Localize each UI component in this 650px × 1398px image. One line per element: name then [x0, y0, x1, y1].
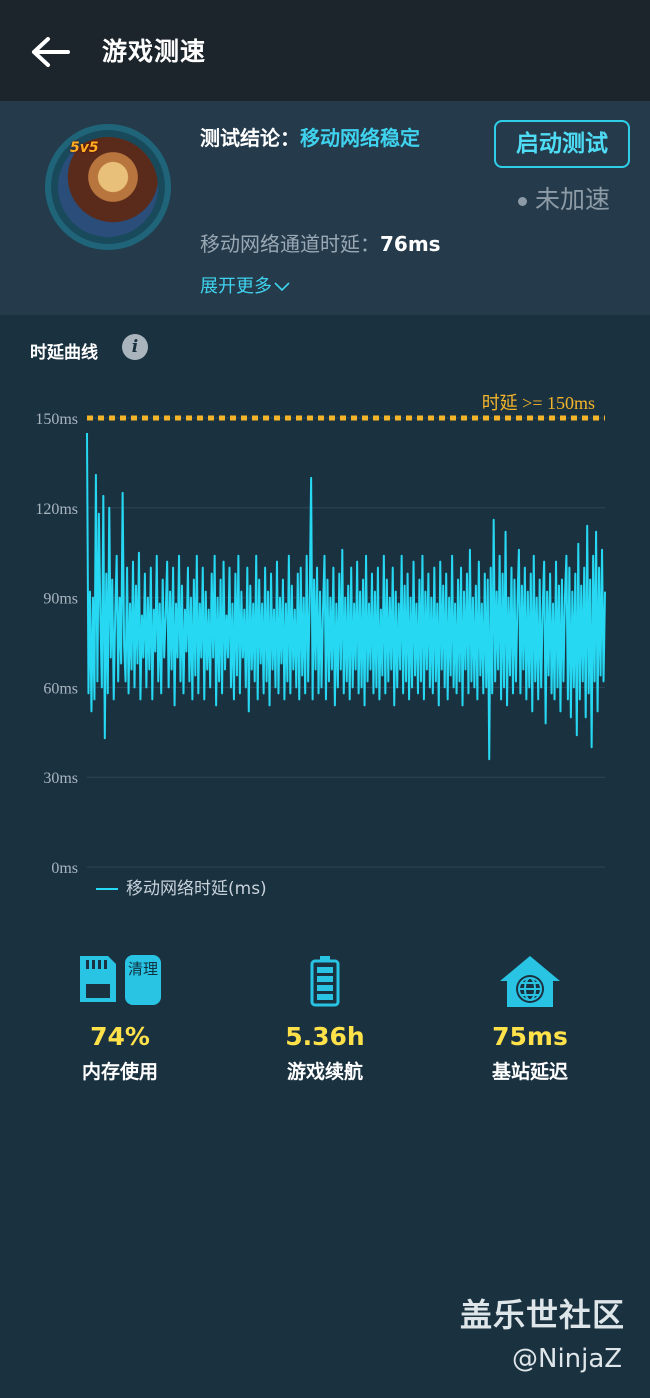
top-bar — [0, 0, 650, 101]
conclusion-value: 移动网络稳定 — [300, 126, 420, 150]
memory-stat: 74% 内存使用 — [20, 1022, 220, 1084]
conclusion-label: 测试结论： — [200, 126, 300, 150]
watermark-community: 盖乐世社区 — [460, 1296, 626, 1334]
y-tick-label: 120ms — [35, 501, 78, 518]
avatar-badge: 5v5 — [70, 140, 99, 156]
base-station-latency-label: 基站延迟 — [491, 1061, 568, 1083]
battery-icon — [310, 956, 340, 1007]
y-tick-label: 150ms — [35, 411, 78, 428]
info-icon[interactable]: i — [122, 334, 148, 360]
latency-label: 移动网络通道时延： — [200, 232, 380, 256]
latency-chart: 150ms 120ms 90ms 60ms 30ms 0ms 时延 >= 150ms — [35, 393, 606, 877]
clean-button[interactable]: 清理 — [125, 955, 161, 1005]
chart-legend: 移动网络时延(ms) — [96, 874, 267, 899]
acceleration-status: 未加速 — [518, 180, 610, 216]
status-dot-icon — [518, 196, 527, 206]
watermark-author: @NinjaZ — [512, 1344, 623, 1374]
clean-button-label: 清理 — [127, 960, 158, 978]
channel-latency: 移动网络通道时延：76ms — [200, 228, 441, 257]
battery-life-label: 游戏续航 — [286, 1061, 363, 1083]
y-tick-label: 0ms — [51, 860, 78, 877]
sd-card-icon — [80, 956, 116, 1002]
y-tick-label: 60ms — [43, 680, 78, 697]
chevron-down-icon — [274, 282, 290, 292]
expand-more-label: 展开更多 — [200, 276, 272, 297]
back-arrow-icon[interactable] — [30, 32, 72, 72]
test-conclusion: 测试结论：移动网络稳定 — [200, 122, 420, 151]
chart-title: 时延曲线 — [30, 343, 98, 363]
memory-usage-value: 74% — [90, 1022, 150, 1051]
start-test-button[interactable]: 启动测试 — [494, 120, 630, 168]
base-station-icon — [500, 956, 560, 1007]
memory-usage-label: 内存使用 — [81, 1061, 158, 1083]
y-tick-label: 90ms — [43, 591, 78, 608]
legend-label: 移动网络时延(ms) — [126, 879, 267, 899]
battery-stat: 5.36h 游戏续航 — [225, 1022, 425, 1084]
threshold-label: 时延 >= 150ms — [482, 393, 595, 413]
status-text: 未加速 — [535, 185, 611, 214]
base-station-latency-value: 75ms — [492, 1022, 568, 1051]
legend-swatch — [96, 888, 118, 890]
expand-more-link[interactable]: 展开更多 — [200, 272, 290, 298]
y-tick-label: 30ms — [43, 770, 78, 787]
series-line-mobile-latency — [86, 432, 606, 761]
base-station-stat: 75ms 基站延迟 — [430, 1022, 630, 1084]
latency-value: 76ms — [380, 232, 441, 256]
page-title: 游戏测速 — [102, 37, 207, 66]
battery-life-value: 5.36h — [285, 1022, 365, 1051]
